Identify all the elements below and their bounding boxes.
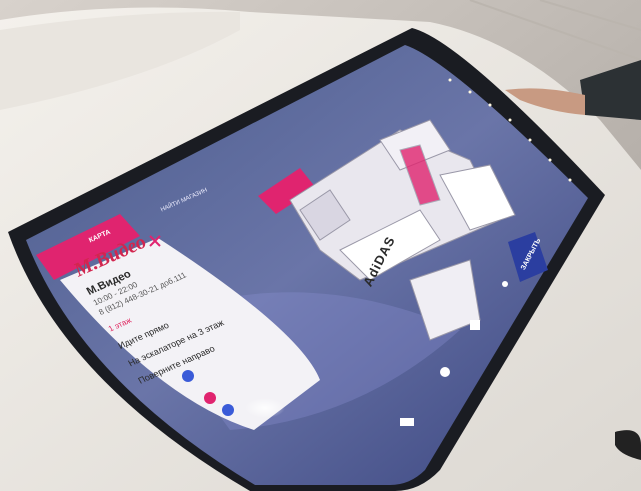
step-3-dot — [222, 404, 234, 416]
step-1-dot — [182, 370, 194, 382]
atm-icon — [400, 418, 414, 426]
accessibility-icon — [440, 367, 450, 377]
percent-icon — [502, 281, 508, 287]
screen-glare — [245, 398, 285, 418]
escalator-icon — [470, 320, 480, 330]
step-2-dot — [204, 392, 216, 404]
